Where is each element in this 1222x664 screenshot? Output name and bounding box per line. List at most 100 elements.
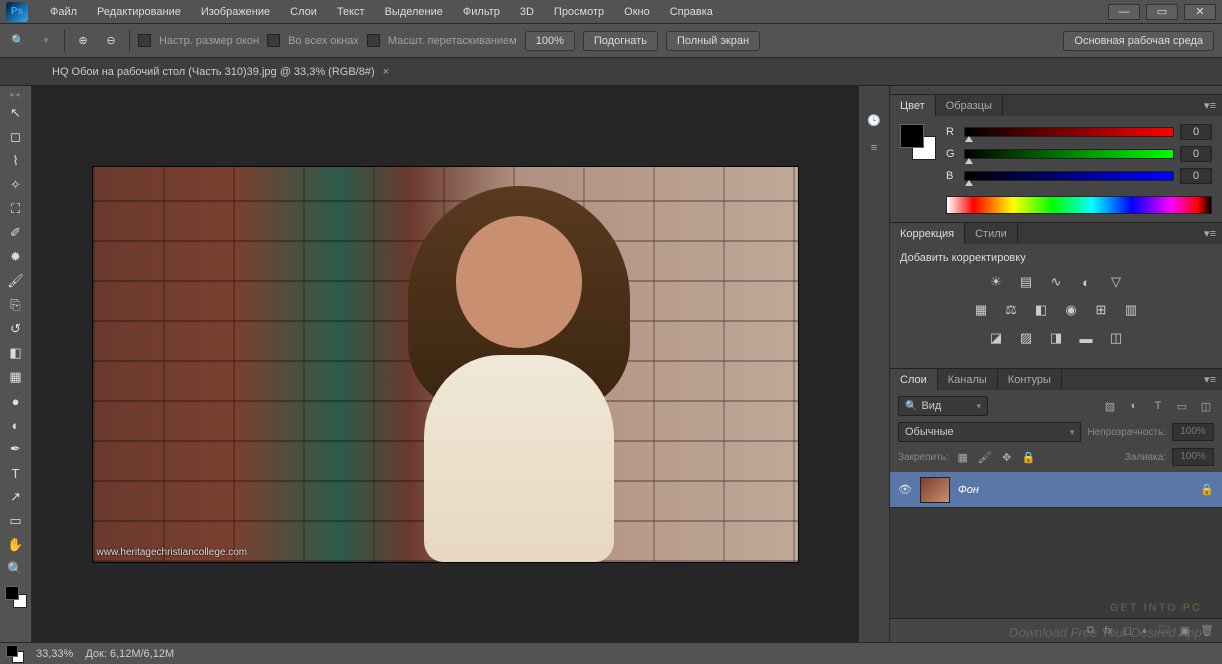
filter-pixel-icon[interactable]: ▨ [1102,398,1118,414]
invert-icon[interactable]: ◪ [986,328,1006,348]
filter-adjustment-icon[interactable]: ◐ [1126,398,1142,414]
layer-style-icon[interactable]: fx [1104,625,1113,637]
window-maximize-button[interactable]: ▭ [1146,4,1178,20]
foreground-color-swatch[interactable] [5,586,19,600]
levels-icon[interactable]: ▤ [1016,272,1036,292]
close-tab-icon[interactable]: × [383,66,389,78]
move-tool[interactable]: ↖ [4,102,28,124]
eraser-tool[interactable]: ◧ [4,342,28,364]
menu-window[interactable]: Окно [614,2,660,22]
eyedropper-tool[interactable]: ✐ [4,222,28,244]
adjustment-layer-icon[interactable]: ◐ [1142,625,1149,637]
link-layers-icon[interactable]: ⧉ [1086,624,1094,637]
menu-edit[interactable]: Редактирование [87,2,191,22]
brush-tool[interactable]: 🖌 [4,270,28,292]
b-value[interactable]: 0 [1180,168,1212,184]
adjustments-panel-menu-icon[interactable]: ▾≡ [1198,223,1222,244]
crop-tool[interactable]: ⛶ [4,198,28,220]
status-zoom[interactable]: 33,33% [36,648,73,660]
options-dropdown-icon[interactable]: ▼ [36,32,56,50]
document-tab[interactable]: HQ Обои на рабочий стол (Часть 310)39.jp… [40,60,401,84]
resize-windows-checkbox[interactable] [138,34,151,47]
hue-saturation-icon[interactable]: ▦ [971,300,991,320]
color-spectrum[interactable] [946,196,1212,214]
properties-panel-icon[interactable]: ≡ [864,138,884,158]
zoom-100-button[interactable]: 100% [525,31,575,51]
window-close-button[interactable]: ✕ [1184,4,1216,20]
status-color-swatch[interactable] [6,645,24,663]
tab-swatches[interactable]: Образцы [936,95,1003,116]
history-panel-icon[interactable]: 🕒 [864,110,884,130]
delete-layer-icon[interactable]: 🗑 [1200,624,1214,637]
photo-filter-icon[interactable]: ◉ [1061,300,1081,320]
fill-value[interactable]: 100% [1172,448,1214,466]
window-minimize-button[interactable]: — [1108,4,1140,20]
layer-thumbnail[interactable] [920,477,950,503]
menu-file[interactable]: Файл [40,2,87,22]
layer-row[interactable]: 👁 Фон 🔒 [890,472,1222,508]
layer-group-icon[interactable]: 🗀 [1159,621,1170,640]
opacity-value[interactable]: 100% [1172,423,1214,441]
posterize-icon[interactable]: ▨ [1016,328,1036,348]
b-slider[interactable] [964,171,1174,181]
tab-color[interactable]: Цвет [890,95,936,116]
blur-tool[interactable]: ● [4,390,28,412]
workspace-button[interactable]: Основная рабочая среда [1063,31,1214,51]
menu-select[interactable]: Выделение [375,2,453,22]
layers-panel-menu-icon[interactable]: ▾≡ [1198,369,1222,390]
r-value[interactable]: 0 [1180,124,1212,140]
color-lookup-icon[interactable]: ▥ [1121,300,1141,320]
lock-position-icon[interactable]: ✥ [999,449,1015,465]
menu-help[interactable]: Справка [660,2,723,22]
menu-layers[interactable]: Слои [280,2,327,22]
layer-lock-icon[interactable]: 🔒 [1200,483,1214,496]
color-panel-menu-icon[interactable]: ▾≡ [1198,95,1222,116]
brightness-contrast-icon[interactable]: ☀ [986,272,1006,292]
filter-smart-icon[interactable]: ◫ [1198,398,1214,414]
blend-mode-select[interactable]: Обычные ▾ [898,422,1081,442]
gradient-tool[interactable]: ▦ [4,366,28,388]
zoom-tool-icon[interactable]: 🔍 [8,32,28,50]
filter-shape-icon[interactable]: ▭ [1174,398,1190,414]
zoom-out-icon[interactable]: ⊖ [101,32,121,50]
all-windows-checkbox[interactable] [267,34,280,47]
clone-stamp-tool[interactable]: ⎘ [4,294,28,316]
new-layer-icon[interactable]: ▣ [1180,624,1190,637]
foreground-background-colors[interactable] [5,586,27,608]
menu-3d[interactable]: 3D [510,2,544,22]
color-balance-icon[interactable]: ⚖ [1001,300,1021,320]
tab-styles[interactable]: Стили [965,223,1018,244]
layer-mask-icon[interactable]: ◻ [1123,624,1132,637]
healing-brush-tool[interactable]: ✹ [4,246,28,268]
layer-filter-select[interactable]: 🔍 Вид ▾ [898,396,988,416]
lasso-tool[interactable]: ⌇ [4,150,28,172]
scrubby-zoom-checkbox[interactable] [367,34,380,47]
marquee-tool[interactable]: ◻ [4,126,28,148]
tab-paths[interactable]: Контуры [998,369,1062,390]
dodge-tool[interactable]: ◐ [4,414,28,436]
zoom-tool[interactable]: 🔍 [4,558,28,580]
pen-tool[interactable]: ✒ [4,438,28,460]
magic-wand-tool[interactable]: ✧ [4,174,28,196]
shape-tool[interactable]: ▭ [4,510,28,532]
selective-color-icon[interactable]: ◫ [1106,328,1126,348]
exposure-icon[interactable]: ◐ [1076,272,1096,292]
gradient-map-icon[interactable]: ▬ [1076,328,1096,348]
tab-channels[interactable]: Каналы [938,369,998,390]
document-canvas[interactable]: www.heritagechristiancollege.com [93,167,798,562]
lock-all-icon[interactable]: 🔒 [1021,449,1037,465]
layer-name[interactable]: Фон [958,484,979,496]
menu-image[interactable]: Изображение [191,2,280,22]
menu-filter[interactable]: Фильтр [453,2,510,22]
channel-mixer-icon[interactable]: ⊞ [1091,300,1111,320]
tab-layers[interactable]: Слои [890,369,938,390]
lock-pixels-icon[interactable]: 🖌 [977,449,993,465]
color-swatch[interactable] [900,124,936,160]
tab-adjustments[interactable]: Коррекция [890,223,965,244]
black-white-icon[interactable]: ◧ [1031,300,1051,320]
curves-icon[interactable]: ∿ [1046,272,1066,292]
history-brush-tool[interactable]: ↺ [4,318,28,340]
r-slider[interactable] [964,127,1174,137]
g-value[interactable]: 0 [1180,146,1212,162]
zoom-in-icon[interactable]: ⊕ [73,32,93,50]
